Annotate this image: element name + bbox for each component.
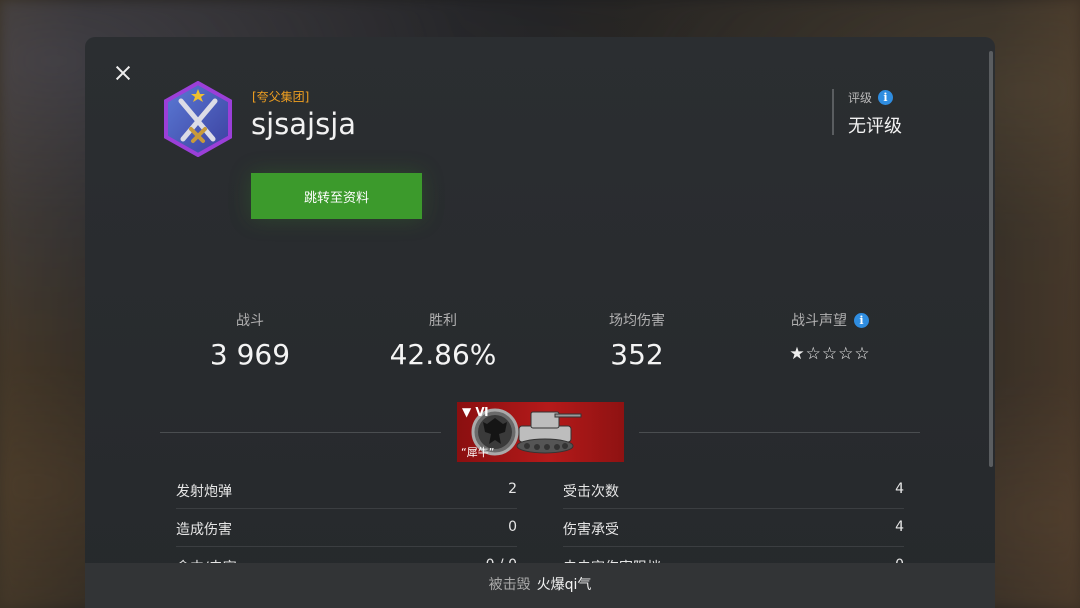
- row-value: 0: [508, 519, 517, 535]
- player-info-panel: [夸父集团] sjsajsja 跳转至资料 评级 i 无评级 战斗 3 969 …: [85, 37, 995, 608]
- row-label: 受击次数: [563, 484, 619, 500]
- stat-reputation: 战斗声望 i ★☆☆☆☆: [730, 310, 930, 364]
- stat-victories: 胜利 42.86%: [343, 310, 543, 371]
- go-to-profile-button[interactable]: 跳转至资料: [251, 173, 422, 219]
- destroyed-by-footer: 被击毁 火爆qi气: [85, 563, 995, 608]
- stat-value: 3 969: [209, 338, 291, 371]
- stat-label: 战斗: [236, 313, 264, 329]
- stat-avg-damage: 场均伤害 352: [537, 310, 737, 371]
- stat-label: 胜利: [429, 313, 457, 329]
- rating-value: 无评级: [848, 116, 902, 137]
- divider: [639, 432, 920, 433]
- tank-tier: ▼ Ⅵ: [462, 405, 489, 419]
- rating-section: 评级 i 无评级: [832, 89, 902, 137]
- close-icon[interactable]: [113, 63, 133, 83]
- rating-label: 评级: [848, 91, 873, 105]
- player-avatar-badge-icon: [164, 81, 232, 157]
- tank-name: “犀牛”: [461, 446, 495, 459]
- stat-value: 42.86%: [389, 338, 497, 371]
- divider: [160, 432, 441, 433]
- footer-prefix: 被击毁: [488, 577, 531, 593]
- stat-label: 场均伤害: [609, 313, 665, 329]
- row-value: 4: [895, 519, 904, 535]
- scrollbar[interactable]: [989, 51, 993, 467]
- row-value: 2: [508, 481, 517, 497]
- row-label: 伤害承受: [563, 522, 619, 538]
- clan-tag: [夸父集团]: [252, 90, 310, 104]
- info-icon[interactable]: i: [878, 90, 894, 105]
- stat-row: 受击次数 4: [563, 470, 904, 509]
- reputation-stars: ★☆☆☆☆: [789, 344, 871, 364]
- row-label: 造成伤害: [176, 522, 232, 538]
- tank-card: ▼ Ⅵ “犀牛”: [457, 402, 624, 462]
- killer-name: 火爆qi气: [536, 577, 592, 593]
- stat-battles: 战斗 3 969: [150, 310, 350, 371]
- row-value: 4: [895, 481, 904, 497]
- stat-row: 伤害承受 4: [563, 508, 904, 547]
- info-icon[interactable]: i: [854, 312, 869, 328]
- stat-label: 战斗声望: [791, 313, 847, 329]
- stat-row: 发射炮弹 2: [176, 470, 517, 509]
- stat-row: 造成伤害 0: [176, 508, 517, 547]
- stat-value: 352: [610, 338, 664, 371]
- row-label: 发射炮弹: [176, 484, 232, 500]
- player-name: sjsajsja: [251, 107, 357, 141]
